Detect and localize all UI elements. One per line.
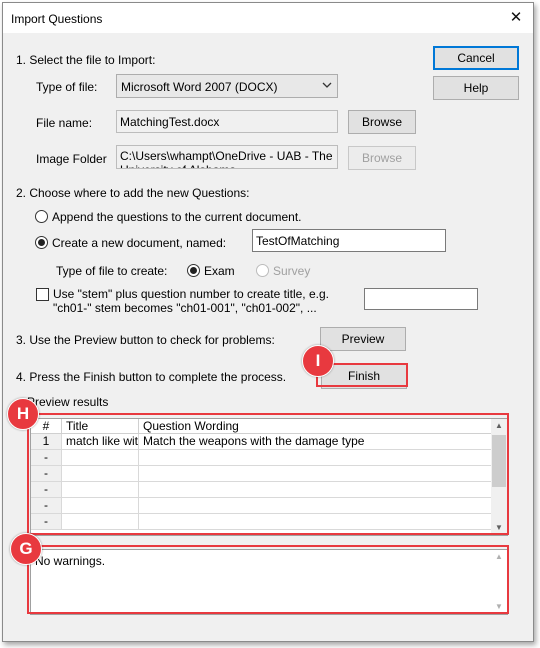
stem-input[interactable] xyxy=(364,288,478,310)
cancel-button[interactable]: Cancel xyxy=(433,46,519,70)
image-folder-value: C:\Users\whampt\OneDrive - UAB - The Uni… xyxy=(120,149,333,168)
chevron-down-icon xyxy=(322,82,332,88)
file-name-value: MatchingTest.docx xyxy=(120,115,220,129)
survey-radio[interactable] xyxy=(256,264,269,277)
image-folder-field[interactable]: C:\Users\whampt\OneDrive - UAB - The Uni… xyxy=(116,145,338,169)
survey-label: Survey xyxy=(273,264,311,278)
step1-heading: 1. Select the file to Import: xyxy=(16,53,156,67)
create-new-label: Create a new document, named: xyxy=(52,236,227,250)
preview-button[interactable]: Preview xyxy=(320,327,406,351)
file-name-label: File name: xyxy=(36,116,93,130)
browse-file-button[interactable]: Browse xyxy=(348,110,416,134)
append-radio[interactable] xyxy=(35,210,48,223)
callout-i: I xyxy=(302,345,334,377)
stem-description-line2: "ch01-" stem becomes "ch01-001", "ch01-0… xyxy=(53,301,317,315)
title-bar: Import Questions ✕ xyxy=(3,3,533,33)
exam-label: Exam xyxy=(204,264,235,278)
callout-h: H xyxy=(7,398,39,430)
use-stem-checkbox[interactable] xyxy=(36,288,49,301)
window-title: Import Questions xyxy=(11,12,103,26)
browse-image-button[interactable]: Browse xyxy=(348,146,416,170)
preview-results-label: Preview results xyxy=(27,395,109,409)
create-new-radio[interactable] xyxy=(35,236,48,249)
step2-heading: 2. Choose where to add the new Questions… xyxy=(16,186,250,200)
grid-highlight-box xyxy=(27,413,509,535)
append-label: Append the questions to the current docu… xyxy=(52,210,302,224)
close-icon[interactable]: ✕ xyxy=(501,5,531,31)
new-document-name-input[interactable]: TestOfMatching xyxy=(252,229,446,252)
step3-text: 3. Use the Preview button to check for p… xyxy=(16,333,275,347)
file-name-field[interactable]: MatchingTest.docx xyxy=(116,110,338,133)
help-button[interactable]: Help xyxy=(433,76,519,100)
stem-description-line1: Use "stem" plus question number to creat… xyxy=(53,287,329,301)
warnings-highlight-box xyxy=(27,545,509,614)
type-of-file-select[interactable]: Microsoft Word 2007 (DOCX) xyxy=(116,74,338,98)
type-of-file-value: Microsoft Word 2007 (DOCX) xyxy=(121,80,278,94)
type-to-create-label: Type of file to create: xyxy=(56,264,168,278)
callout-g: G xyxy=(10,533,42,565)
exam-radio[interactable] xyxy=(187,264,200,277)
type-of-file-label: Type of file: xyxy=(36,80,98,94)
step4-text: 4. Press the Finish button to complete t… xyxy=(16,370,287,384)
new-document-name-value: TestOfMatching xyxy=(256,234,340,248)
image-folder-label: Image Folder xyxy=(36,152,107,166)
